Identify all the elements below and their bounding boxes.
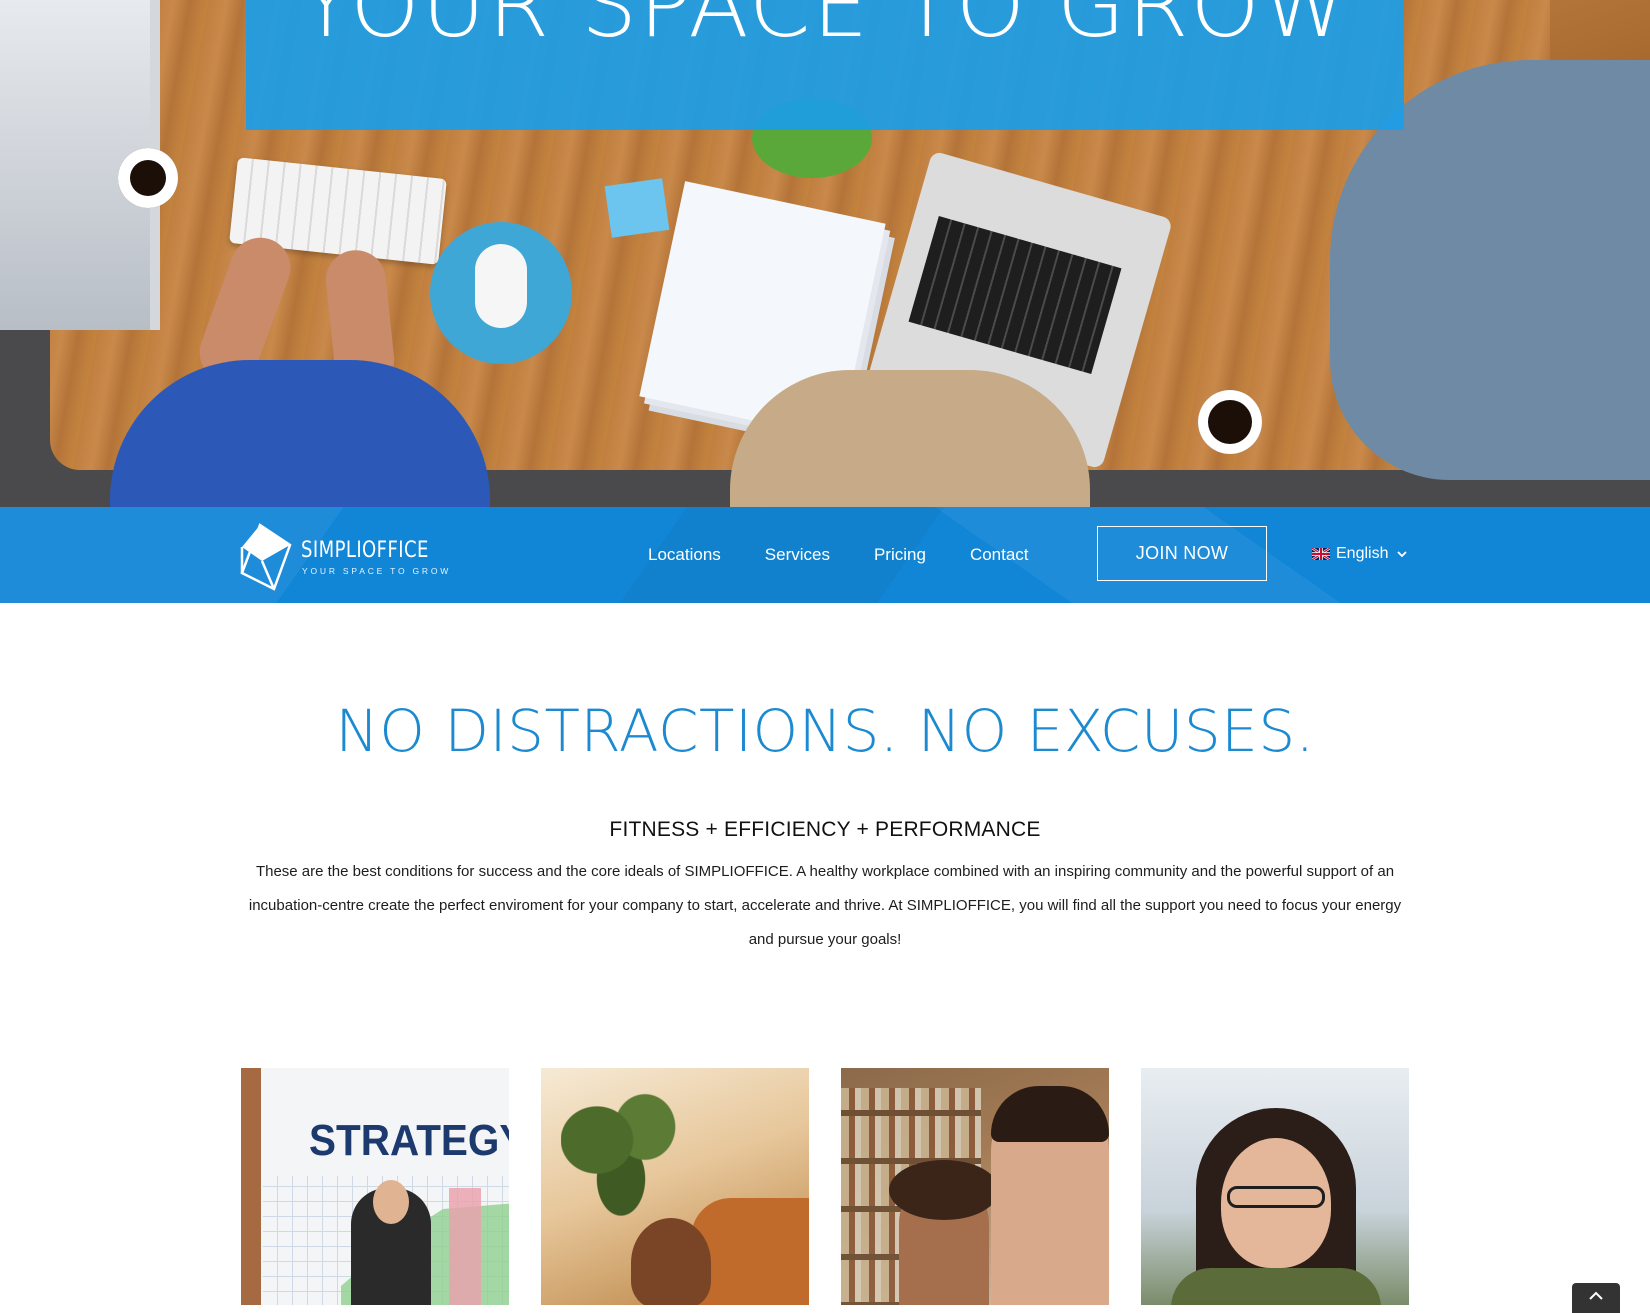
hero-coffee-mug: [1198, 390, 1262, 454]
nav-link-contact[interactable]: Contact: [970, 545, 1029, 565]
hero-mouse: [475, 244, 527, 328]
card-study-photo[interactable]: [841, 1068, 1109, 1305]
glasses: [1227, 1186, 1325, 1208]
card-glasses-photo[interactable]: [1141, 1068, 1409, 1305]
logo-tagline: YOUR SPACE TO GROW: [302, 566, 452, 576]
woman-head: [631, 1218, 711, 1305]
scroll-to-top-button[interactable]: [1572, 1283, 1620, 1313]
shirt: [1171, 1268, 1381, 1305]
uk-flag-icon: [1312, 548, 1330, 560]
man-hair: [991, 1086, 1109, 1142]
chevron-down-icon: [1397, 551, 1408, 558]
hero-person: [730, 370, 1090, 507]
woman-hair: [889, 1160, 999, 1220]
language-label: English: [1336, 545, 1389, 562]
nav-link-pricing[interactable]: Pricing: [874, 545, 926, 565]
logo-name: SIMPLIOFFICE: [301, 538, 429, 563]
hero-coffee-mug: [118, 148, 178, 208]
nav-link-locations[interactable]: Locations: [648, 545, 721, 565]
section-heading: NO DISTRACTIONS. NO EXCUSES.: [335, 697, 1315, 765]
chart-bar: [449, 1188, 481, 1305]
intro-paragraph: These are the best conditions for succes…: [248, 863, 1402, 948]
card-sofa-photo[interactable]: [541, 1068, 809, 1305]
section-subheading: FITNESS + EFFICIENCY + PERFORMANCE: [609, 818, 1041, 841]
strategy-text: STRATEGY: [309, 1116, 509, 1165]
nav-links: Locations Services Pricing Contact: [648, 507, 1073, 603]
join-now-button[interactable]: JOIN NOW: [1097, 526, 1267, 581]
card-strategy-photo[interactable]: STRATEGY: [241, 1068, 509, 1305]
hero-sticky-note: [604, 178, 670, 238]
hero-title: YOUR SPACE TO GROW: [299, 0, 1351, 57]
nav-link-services[interactable]: Services: [765, 545, 830, 565]
plant: [561, 1088, 681, 1218]
language-selector[interactable]: English: [1312, 541, 1408, 567]
hero-section: YOUR SPACE TO GROW: [0, 0, 1650, 507]
chevron-up-icon: [1589, 1291, 1603, 1300]
site-logo[interactable]: SIMPLIOFFICE YOUR SPACE TO GROW: [240, 523, 448, 591]
hero-banner: YOUR SPACE TO GROW: [246, 0, 1404, 130]
presenter-face: [373, 1180, 409, 1224]
cube-logo-icon: [240, 523, 292, 591]
main-navbar: SIMPLIOFFICE YOUR SPACE TO GROW Location…: [0, 507, 1650, 603]
